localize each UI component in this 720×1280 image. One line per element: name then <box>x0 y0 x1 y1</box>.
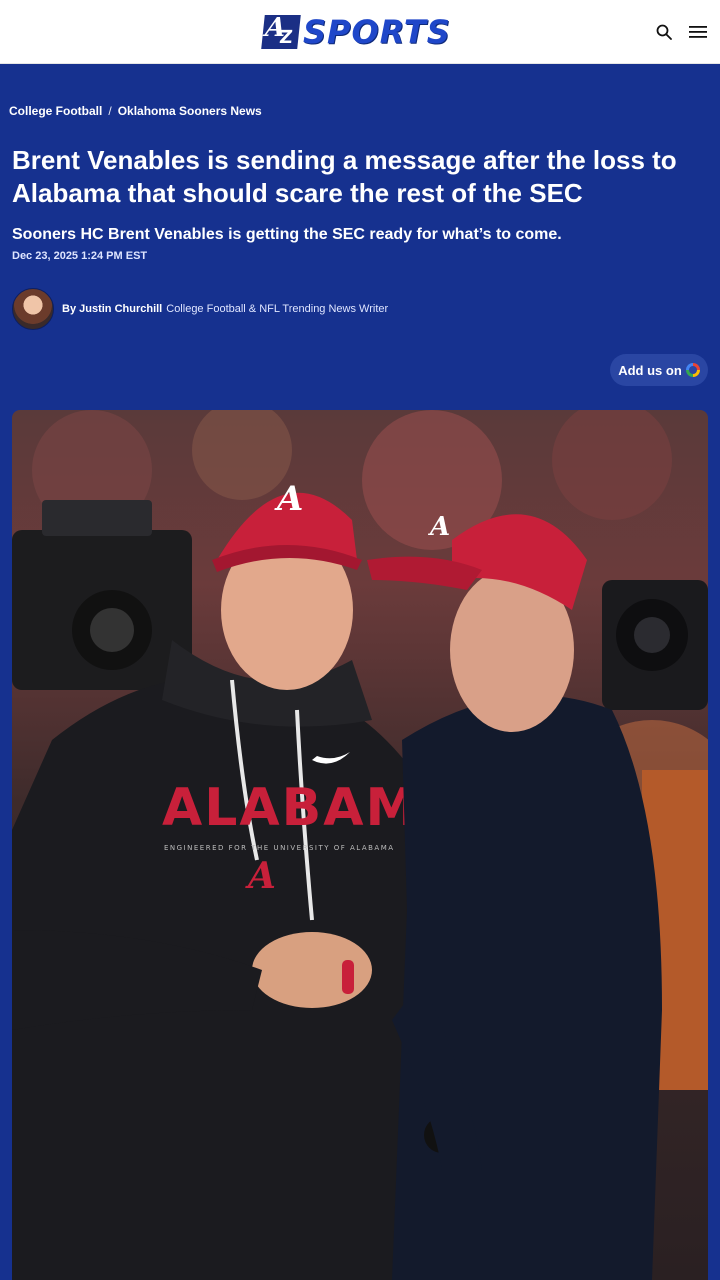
left-cap-letter: A <box>274 479 303 519</box>
hero-image: A ALABAMA ENGINEERED FOR THE UNIVERSITY … <box>12 410 708 1280</box>
article-area: College Football / Oklahoma Sooners News… <box>0 64 720 1280</box>
breadcrumb: College Football / Oklahoma Sooners News <box>9 104 262 118</box>
publish-date: Dec 23, 2025 1:24 PM EST <box>12 250 148 262</box>
az-sports-logo[interactable]: A Z SPORTS <box>261 13 459 51</box>
logo-mark-z: Z <box>278 27 294 48</box>
right-cap-letter: A <box>427 512 450 542</box>
hoodie-letter: A <box>245 855 276 897</box>
author-by-label: By <box>62 303 77 315</box>
author-byline: By Justin Churchill College Football & N… <box>12 288 388 330</box>
add-us-on-google-button[interactable]: Add us on <box>610 354 708 386</box>
menu-button[interactable] <box>686 20 710 44</box>
hoodie-subtext: ENGINEERED FOR THE UNIVERSITY OF ALABAMA <box>164 844 395 852</box>
logo-wordmark: SPORTS <box>303 13 451 51</box>
hamburger-menu-icon <box>689 26 707 38</box>
article-subheadline: Sooners HC Brent Venables is getting the… <box>12 226 562 243</box>
breadcrumb-college-football[interactable]: College Football <box>9 104 102 118</box>
hero-photo-illustration: A ALABAMA ENGINEERED FOR THE UNIVERSITY … <box>12 410 708 1280</box>
search-button[interactable] <box>652 20 676 44</box>
az-logo-mark: A Z <box>261 13 301 49</box>
article-headline: Brent Venables is sending a message afte… <box>12 145 677 208</box>
breadcrumb-oklahoma-sooners-news[interactable]: Oklahoma Sooners News <box>118 104 262 118</box>
author-by-prefix: By Justin Churchill <box>62 303 162 315</box>
author-role: College Football & NFL Trending News Wri… <box>166 303 389 315</box>
top-navigation-bar: A Z SPORTS <box>0 0 720 64</box>
breadcrumb-separator: / <box>108 104 112 118</box>
add-us-label: Add us on <box>618 362 682 378</box>
google-icon <box>685 363 700 377</box>
author-avatar[interactable] <box>12 288 54 330</box>
search-icon <box>656 24 672 40</box>
author-name[interactable]: Justin Churchill <box>79 303 162 315</box>
